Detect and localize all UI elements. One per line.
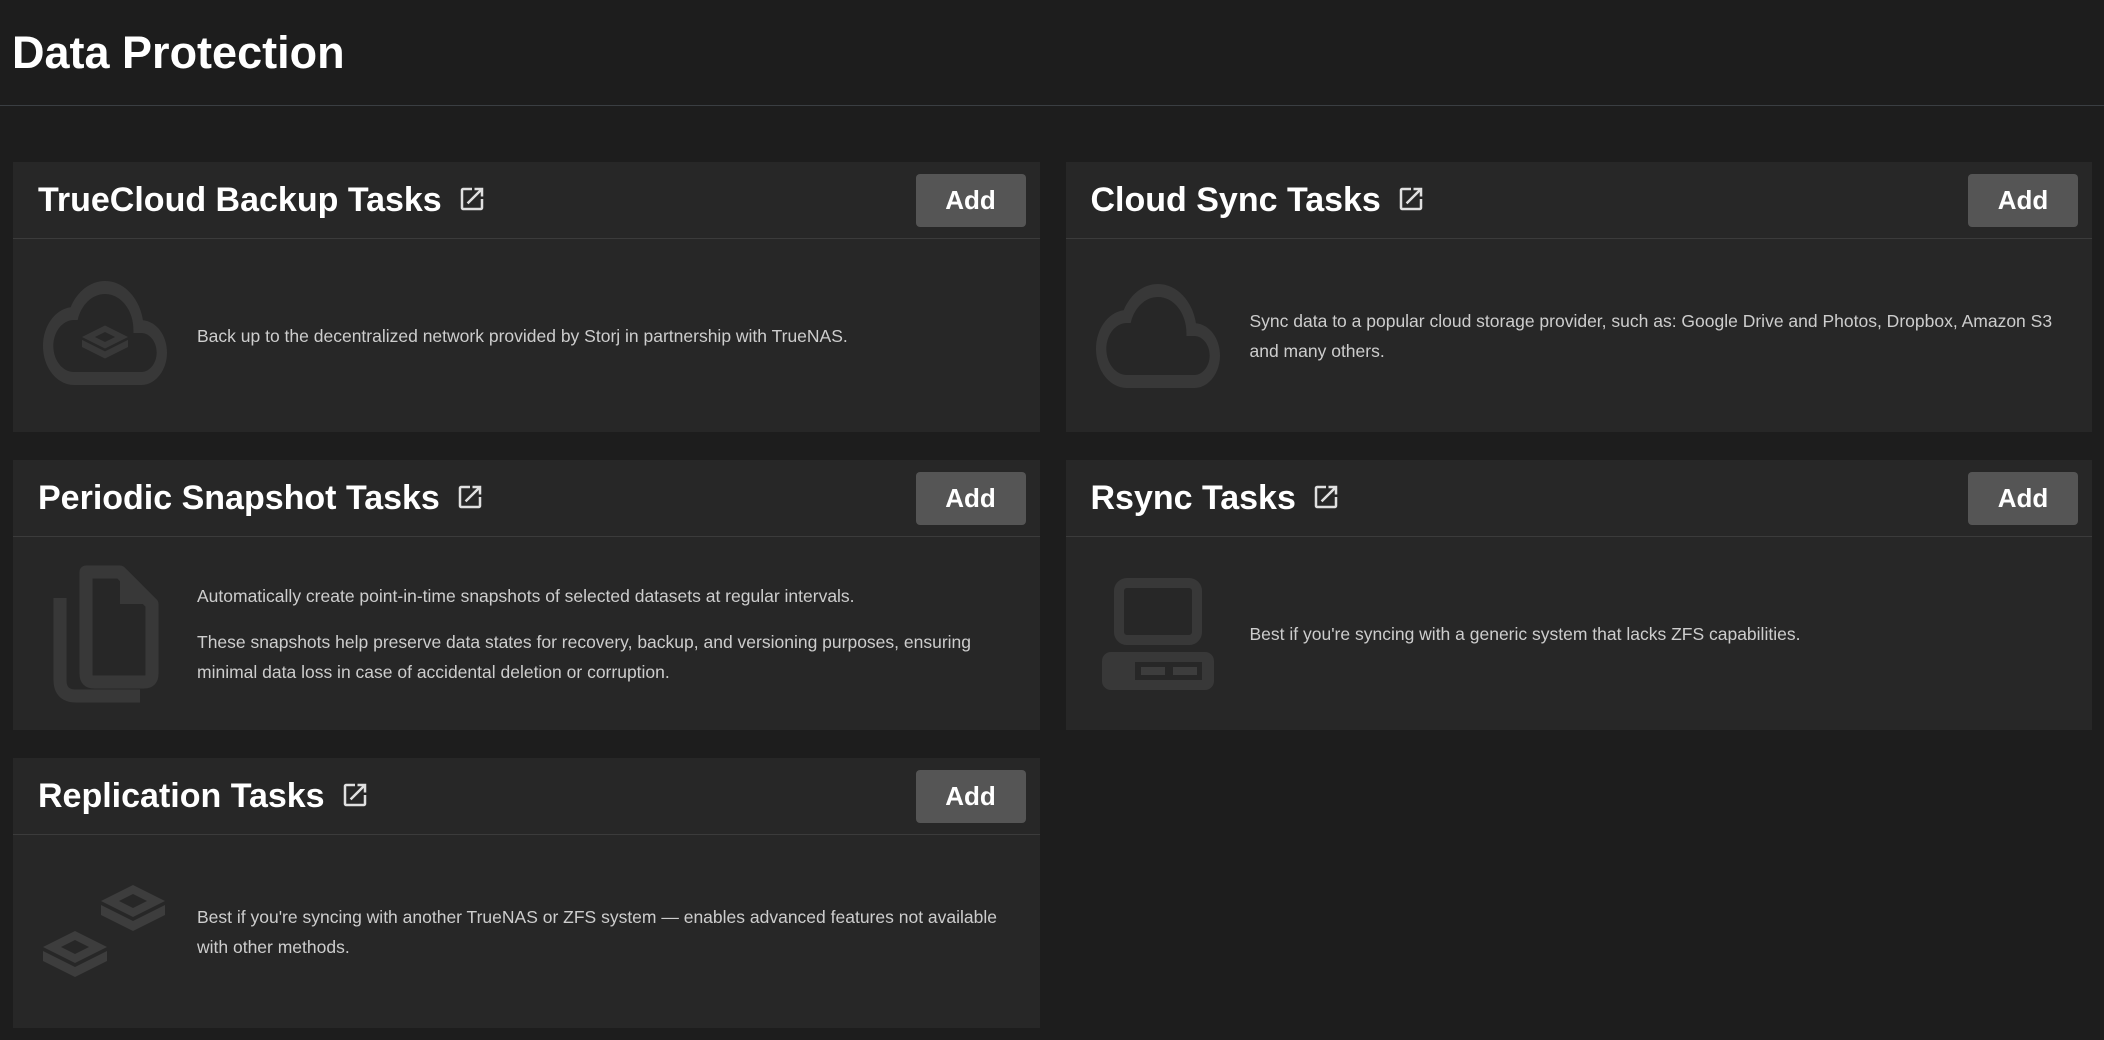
card-title-link[interactable]: Replication Tasks — [38, 779, 370, 813]
card-description: Back up to the decentralized network pro… — [197, 321, 1040, 351]
replication-boxes-icon — [13, 885, 197, 978]
external-link-icon — [1311, 482, 1341, 512]
card-truecloud-backup-tasks: TrueCloud Backup Tasks Add Back up to th… — [13, 162, 1040, 432]
snapshot-copy-icon — [13, 564, 197, 703]
card-body: Best if you're syncing with a generic sy… — [1066, 537, 2093, 730]
card-header: Cloud Sync Tasks Add — [1066, 162, 2093, 239]
card-title: Cloud Sync Tasks — [1091, 183, 1381, 217]
external-link-icon — [455, 482, 485, 512]
card-header: Rsync Tasks Add — [1066, 460, 2093, 537]
card-description: Sync data to a popular cloud storage pro… — [1250, 306, 2093, 366]
card-body: Automatically create point-in-time snaps… — [13, 537, 1040, 730]
card-header: Periodic Snapshot Tasks Add — [13, 460, 1040, 537]
cloud-icon — [1066, 284, 1250, 388]
storj-cloud-icon — [13, 281, 197, 390]
card-periodic-snapshot-tasks: Periodic Snapshot Tasks Add Automati — [13, 460, 1040, 730]
add-button[interactable]: Add — [1968, 174, 2078, 227]
card-body: Sync data to a popular cloud storage pro… — [1066, 239, 2093, 432]
data-protection-page: Data Protection TrueCloud Backup Tasks A… — [0, 0, 2104, 1028]
add-button[interactable]: Add — [916, 472, 1026, 525]
card-description-paragraph: Best if you're syncing with a generic sy… — [1250, 619, 2077, 649]
add-button[interactable]: Add — [1968, 472, 2078, 525]
external-link-icon — [457, 184, 487, 214]
card-title-link[interactable]: Cloud Sync Tasks — [1091, 183, 1426, 217]
cards-grid: TrueCloud Backup Tasks Add Back up to th… — [13, 162, 2092, 1028]
card-title: Replication Tasks — [38, 779, 325, 813]
external-link-icon — [1396, 184, 1426, 214]
card-title-link[interactable]: TrueCloud Backup Tasks — [38, 183, 487, 217]
card-title-link[interactable]: Rsync Tasks — [1091, 481, 1341, 515]
card-description: Best if you're syncing with another True… — [197, 902, 1040, 962]
card-rsync-tasks: Rsync Tasks Add — [1066, 460, 2093, 730]
card-description-paragraph: Best if you're syncing with another True… — [197, 902, 1024, 962]
card-cloud-sync-tasks: Cloud Sync Tasks Add Sync data to a popu… — [1066, 162, 2093, 432]
card-replication-tasks: Replication Tasks Add Best if you're syn… — [13, 758, 1040, 1028]
page-divider — [0, 105, 2104, 106]
card-description: Best if you're syncing with a generic sy… — [1250, 619, 2093, 649]
card-body: Best if you're syncing with another True… — [13, 835, 1040, 1028]
card-header: Replication Tasks Add — [13, 758, 1040, 835]
card-header: TrueCloud Backup Tasks Add — [13, 162, 1040, 239]
card-body: Back up to the decentralized network pro… — [13, 239, 1040, 432]
card-description-paragraph: Sync data to a popular cloud storage pro… — [1250, 306, 2077, 366]
card-title: Rsync Tasks — [1091, 481, 1296, 515]
page-title: Data Protection — [0, 0, 2104, 105]
card-description-paragraph: Back up to the decentralized network pro… — [197, 321, 1024, 351]
external-link-icon — [340, 780, 370, 810]
computer-icon — [1066, 578, 1250, 690]
add-button[interactable]: Add — [916, 770, 1026, 823]
card-title: Periodic Snapshot Tasks — [38, 481, 440, 515]
add-button[interactable]: Add — [916, 174, 1026, 227]
card-title-link[interactable]: Periodic Snapshot Tasks — [38, 481, 485, 515]
card-title: TrueCloud Backup Tasks — [38, 183, 442, 217]
card-description-paragraph: Automatically create point-in-time snaps… — [197, 581, 1024, 611]
card-description-paragraph: These snapshots help preserve data state… — [197, 627, 1024, 687]
card-description: Automatically create point-in-time snaps… — [197, 581, 1040, 687]
